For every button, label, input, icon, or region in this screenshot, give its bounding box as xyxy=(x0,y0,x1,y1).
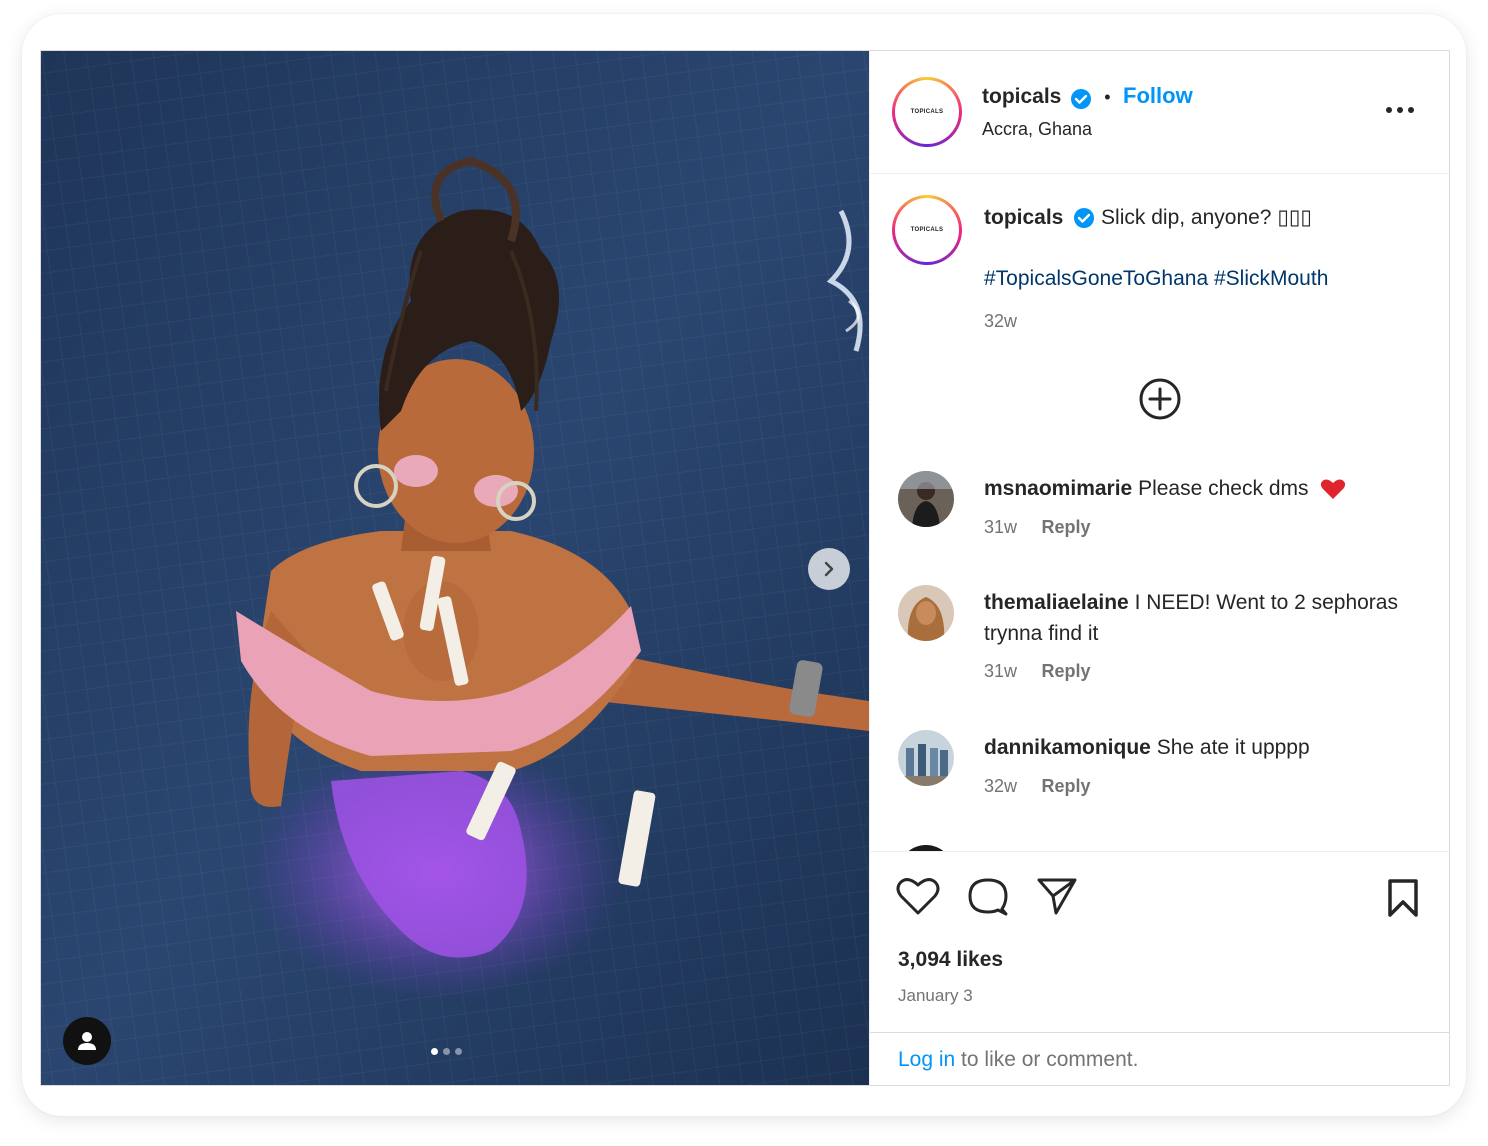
post-media[interactable] xyxy=(41,51,869,1085)
follow-button[interactable]: Follow xyxy=(1123,83,1193,108)
verified-badge-icon xyxy=(1070,88,1091,109)
author-username[interactable]: topicals xyxy=(982,85,1061,108)
load-more-comments-icon[interactable] xyxy=(1138,377,1182,421)
red-heart-icon xyxy=(1321,479,1346,500)
caption-text: Slick dip, anyone? ▯▯▯ xyxy=(1101,206,1312,229)
login-prompt: Log in to like or comment. xyxy=(870,1032,1449,1085)
header-line: topicals • Follow xyxy=(982,83,1193,110)
comment-body: Please check dms xyxy=(1138,477,1309,500)
post-photo xyxy=(41,51,869,1085)
caption-avatar[interactable]: TOPICALS xyxy=(892,195,962,265)
comment-body: She ate it upppp xyxy=(1156,736,1310,759)
more-options-icon[interactable] xyxy=(1384,103,1416,117)
comment-meta: 31w Reply xyxy=(984,661,1091,682)
heart-icon[interactable] xyxy=(896,876,940,916)
next-slide-button[interactable] xyxy=(808,548,850,590)
caption-hashtags[interactable]: #TopicalsGoneToGhana #SlickMouth xyxy=(984,267,1328,291)
avatar-logo-text: TOPICALS xyxy=(910,227,944,233)
login-rest-text: to like or comment. xyxy=(955,1048,1139,1071)
caption-username[interactable]: topicals xyxy=(984,206,1063,229)
reply-button[interactable]: Reply xyxy=(1041,517,1090,537)
comment-username[interactable]: msnaomimarie xyxy=(984,477,1132,500)
post-sidebar: TOPICALS topicals • Follow Accra, Ghana … xyxy=(869,51,1449,1085)
user-icon xyxy=(78,1032,96,1050)
chevron-right-icon xyxy=(824,561,834,577)
comment-time[interactable]: 32w xyxy=(984,776,1017,796)
commenter-avatar[interactable] xyxy=(898,585,954,641)
post-actions-section: 3,094 likes January 3 Log in to like or … xyxy=(870,851,1449,1085)
bookmark-icon[interactable] xyxy=(1386,878,1420,918)
comment-username[interactable]: dannikamonique xyxy=(984,736,1151,759)
commenter-avatar[interactable] xyxy=(898,730,954,786)
separator-dot: • xyxy=(1104,87,1111,107)
comment-username[interactable]: themaliaelaine xyxy=(984,591,1129,614)
comment-meta: 32w Reply xyxy=(984,776,1091,797)
verified-badge-icon xyxy=(1074,208,1095,229)
carousel-dot xyxy=(443,1048,450,1055)
instagram-post: TOPICALS topicals • Follow Accra, Ghana … xyxy=(40,50,1450,1086)
post-location[interactable]: Accra, Ghana xyxy=(982,119,1092,140)
post-date[interactable]: January 3 xyxy=(898,986,973,1006)
comment-time[interactable]: 31w xyxy=(984,661,1017,681)
comment-icon[interactable] xyxy=(966,876,1010,918)
comment-time[interactable]: 31w xyxy=(984,517,1017,537)
carousel-dot xyxy=(431,1048,438,1055)
reply-button[interactable]: Reply xyxy=(1041,776,1090,796)
post-header: TOPICALS topicals • Follow Accra, Ghana xyxy=(870,51,1449,174)
caption-time[interactable]: 32w xyxy=(984,311,1017,332)
carousel-dot xyxy=(455,1048,462,1055)
share-icon[interactable] xyxy=(1036,876,1078,916)
tagged-users-button[interactable] xyxy=(63,1017,111,1065)
reply-button[interactable]: Reply xyxy=(1041,661,1090,681)
author-avatar[interactable]: TOPICALS xyxy=(892,77,962,147)
avatar-logo-text: TOPICALS xyxy=(910,109,944,115)
commenter-avatar[interactable] xyxy=(898,471,954,527)
caption-line: topicals Slick dip, anyone? ▯▯▯ xyxy=(984,205,1312,230)
likes-count[interactable]: 3,094 likes xyxy=(898,948,1003,972)
carousel-indicator xyxy=(431,1048,462,1055)
login-link[interactable]: Log in xyxy=(898,1048,955,1071)
comment-text: themaliaelaine I NEED! Went to 2 sephora… xyxy=(984,587,1404,649)
login-prompt-text: Log in to like or comment. xyxy=(898,1048,1138,1072)
comment-meta: 31w Reply xyxy=(984,517,1091,538)
comment-text: dannikamonique She ate it upppp xyxy=(984,732,1404,763)
comment-text: msnaomimarie Please check dms xyxy=(984,473,1404,504)
